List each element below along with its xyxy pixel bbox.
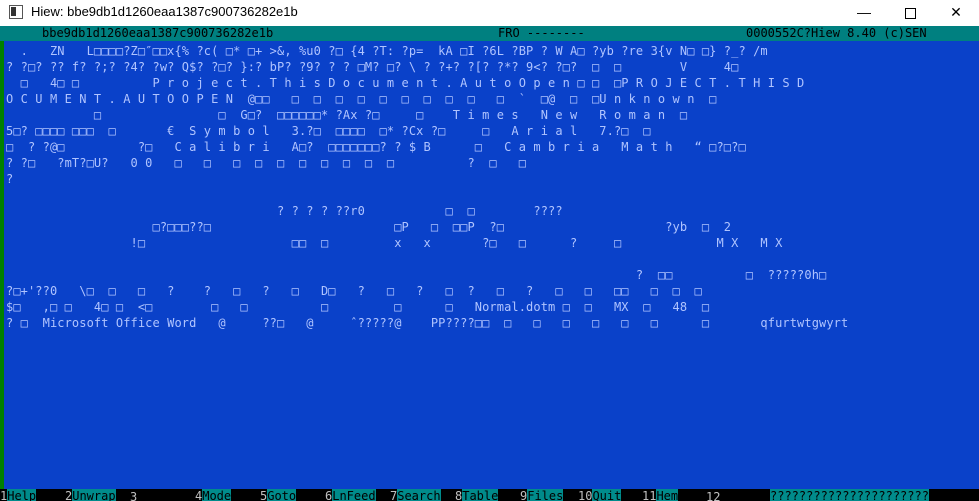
dump-line: . ZN L□□□□?Z□″□□x{% ?c( □* □+ >&, %u0 ?□… [6,44,768,58]
dump-line: □ 4□ □ P r o j e c t . T h i s D o c u m… [6,76,805,90]
status-filename: bbe9db1d1260eaa1387c900736282e1b [42,26,274,40]
fkey-quit[interactable]: 10Quit [578,489,622,501]
dump-line: □ □ G□? □□□□□□* ?Ax ?□ □ T i m e s N e w… [6,108,688,122]
function-key-bar: 1Help 2Unwrap 3 4Mode 5Goto 6LnFeed 7Sea… [0,489,979,501]
fkey-lnfeed[interactable]: 6LnFeed [325,489,376,501]
close-button[interactable]: ✕ [933,0,979,26]
dump-line: ? ? ? ? ??r0 □ □ ???? [6,204,563,218]
status-bar: bbe9db1d1260eaa1387c900736282e1b FRO ---… [0,26,979,41]
fkey-mode[interactable]: 4Mode [195,489,232,501]
status-offset-info: 0000552C?Hiew 8.40 (c)SEN [746,26,927,40]
text-dump: . ZN L□□□□?Z□″□□x{% ?c( □* □+ >&, %u0 ?□… [6,43,848,331]
dump-line: $□ ,□ □ 4□ □ <□ □ □ □ □ □ Normal.dotm □ … [6,300,710,314]
dump-line: ? □ Microsoft Office Word @ ??□ @ ˆ?????… [6,316,849,330]
dump-line: □?□□□??□ □P □ □□P ?□ ?yb □ 2 [6,220,732,234]
hiew-window: Hiew: bbe9db1d1260eaa1387c900736282e1b —… [0,0,979,501]
fkey-files[interactable]: 9Files [520,489,564,501]
dump-line: 5□? □□□□ □□□ □ € S y m b o l 3.?□ □□□□ □… [6,124,651,138]
dump-line: ? ?□? ?? f? ?;? ?4? ?w? Q$? ?□? }:? bP? … [6,60,739,74]
dump-line: O C U M E N T . A U T O O P E N @□□ □ □ … [6,92,717,106]
fkey-hem[interactable]: 11Hem [642,489,679,501]
fkey-unwrap[interactable]: 2Unwrap [65,489,116,501]
dump-line: □ ? ?@□ ?□ C a l i b r i A□? □□□□□□□? ? … [6,140,746,154]
dump-line: ? □□ □ ?????0h□ [6,268,827,282]
fkey-tail: ?????????????????????? [770,489,929,501]
fkey-help[interactable]: 1Help [0,489,37,501]
minimize-button[interactable]: — [841,0,887,26]
dump-line: ? [6,172,14,186]
dump-line [6,251,848,267]
fkey-3[interactable]: 3 [130,489,137,501]
fkey-12[interactable]: 12 [706,489,720,501]
app-icon [9,5,23,19]
dump-line [6,187,848,203]
maximize-button[interactable] [887,0,933,26]
fkey-table[interactable]: 8Table [455,489,499,501]
fkey-search[interactable]: 7Search [390,489,441,501]
title-bar[interactable]: Hiew: bbe9db1d1260eaa1387c900736282e1b —… [0,0,979,26]
dump-line: ? ?□ ?mT?□U? 0 0 □ □ □ □ □ □ □ □ □ □ ? □… [6,156,527,170]
dump-line: ?□+'??0 \□ □ □ ? ? □ ? □ D□ ? □ ? □ ? □ … [6,284,702,298]
hex-text-view[interactable]: . ZN L□□□□?Z□″□□x{% ?c( □* □+ >&, %u0 ?□… [4,41,979,489]
window-title: Hiew: bbe9db1d1260eaa1387c900736282e1b [31,4,298,19]
fkey-goto[interactable]: 5Goto [260,489,297,501]
maximize-icon [904,7,916,19]
status-mode: FRO -------- [498,26,585,40]
dump-line: !□ □□ □ x x ?□ □ ? □ M X M X [6,236,783,250]
